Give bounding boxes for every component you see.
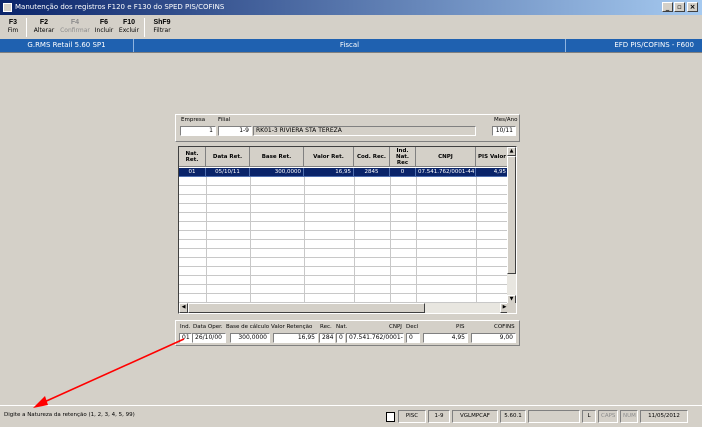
data-oper-field[interactable]: 26/10/00: [192, 333, 226, 343]
filial-name-field: RK01-3 RIVIERA STA TEREZA: [253, 126, 476, 136]
col-header-nat-ret[interactable]: Nat. Ret.: [179, 147, 206, 167]
data-oper-label: Data Oper.: [193, 324, 223, 330]
mesano-field[interactable]: 10/11: [492, 126, 516, 136]
restore-button[interactable]: ▫: [674, 2, 685, 12]
scroll-up-icon[interactable]: ▲: [507, 147, 516, 156]
vertical-scrollbar[interactable]: ▲ ▼: [507, 147, 516, 304]
product-version: G.RMS Retail 5.60 SP1: [0, 39, 134, 52]
nat-field[interactable]: 0: [336, 333, 345, 343]
decl-field[interactable]: 0: [406, 333, 420, 343]
document-icon: [386, 412, 395, 422]
pis-field[interactable]: 4,95: [423, 333, 468, 343]
filtrar-button[interactable]: ShF9 Filtrar: [150, 19, 174, 34]
excluir-button[interactable]: F10 Excluir: [118, 19, 140, 34]
col-header-base-ret[interactable]: Base Ret.: [250, 147, 304, 167]
scroll-corner: [507, 303, 516, 313]
toolbar-separator: [144, 18, 145, 37]
filial-code-field[interactable]: 1-9: [218, 126, 252, 136]
status-blank: [528, 410, 580, 423]
app-icon: [3, 3, 12, 12]
close-button[interactable]: ×: [687, 2, 698, 12]
module-name: Fiscal: [339, 41, 360, 49]
cofins-label: COFINS: [494, 324, 515, 330]
rec-field[interactable]: 2845: [319, 333, 335, 343]
cofins-field[interactable]: 9,00: [471, 333, 516, 343]
scroll-thumb[interactable]: [507, 156, 516, 274]
col-header-pis-valor[interactable]: PIS Valor: [476, 147, 509, 167]
horizontal-scrollbar[interactable]: ◀ ▶: [179, 303, 509, 313]
function-key-toolbar: F3 Fim F2 Alterar F4 Confirmar F6 Inclui…: [0, 16, 702, 38]
status-user: VGLMPCAF: [452, 410, 498, 423]
title-bar: Manutenção dos registros F120 e F130 do …: [0, 0, 702, 15]
fim-button[interactable]: F3 Fim: [5, 19, 21, 34]
status-num: NUM: [620, 410, 638, 423]
status-bar: Digite a Natureza da retenção (1, 2, 3, …: [0, 405, 702, 427]
confirmar-button[interactable]: F4 Confirmar: [60, 19, 90, 34]
status-filial: 1-9: [428, 410, 450, 423]
status-caps: CAPS: [598, 410, 618, 423]
col-header-cod-rec[interactable]: Cod. Rec.: [354, 147, 390, 167]
pis-label: PIS: [456, 324, 465, 330]
status-date: 11/05/2012: [640, 410, 688, 423]
status-message: Digite a Natureza da retenção (1, 2, 3, …: [4, 412, 135, 418]
incluir-button[interactable]: F6 Incluir: [94, 19, 114, 34]
base-calculo-label: Base de cálculo: [226, 324, 270, 330]
status-l: L: [582, 410, 596, 423]
scroll-left-icon[interactable]: ◀: [179, 303, 188, 313]
valor-retencao-field[interactable]: 16,95: [273, 333, 318, 343]
screen-code: EFD PIS/COFINS - F600: [565, 39, 702, 52]
module-header: G.RMS Retail 5.60 SP1 Fiscal EFD PIS/COF…: [0, 39, 702, 52]
retention-grid[interactable]: Nat. Ret. Data Ret. Base Ret. Valor Ret.…: [178, 146, 517, 314]
decl-label: Decl: [406, 324, 419, 330]
alterar-button[interactable]: F2 Alterar: [32, 19, 56, 34]
rec-label: Rec.: [320, 324, 332, 330]
col-header-ind-nat-rec[interactable]: Ind. Nat. Rec: [390, 147, 416, 167]
empresa-field[interactable]: 1: [180, 126, 216, 136]
col-header-data-ret[interactable]: Data Ret.: [206, 147, 250, 167]
cnpj-label: CNPJ: [389, 324, 402, 330]
col-header-cnpj[interactable]: CNPJ: [416, 147, 476, 167]
filial-label: Filial: [218, 117, 231, 123]
table-row[interactable]: 01 05/10/11 300,0000 16,95 2845 0 07.541…: [179, 168, 509, 177]
col-header-valor-ret[interactable]: Valor Ret.: [304, 147, 354, 167]
empty-grid-lines: [179, 177, 509, 304]
window-title: Manutenção dos registros F120 e F130 do …: [15, 3, 225, 11]
minimize-button[interactable]: _: [662, 2, 673, 12]
ind-field[interactable]: 01: [179, 333, 192, 343]
cnpj-field[interactable]: 07.541.762/0001-44: [346, 333, 404, 343]
mesano-label: Mes/Ano: [494, 117, 518, 123]
base-calculo-field[interactable]: 300,0000: [230, 333, 270, 343]
valor-retencao-label: Valor Retenção: [271, 324, 313, 330]
status-program: PISC: [398, 410, 426, 423]
ind-label: Ind.: [180, 324, 191, 330]
empresa-label: Empresa: [181, 117, 206, 123]
scroll-thumb-horizontal[interactable]: [188, 303, 425, 313]
nat-label: Nat.: [336, 324, 348, 330]
toolbar-separator: [26, 18, 27, 37]
status-version: 5.60.1: [500, 410, 526, 423]
